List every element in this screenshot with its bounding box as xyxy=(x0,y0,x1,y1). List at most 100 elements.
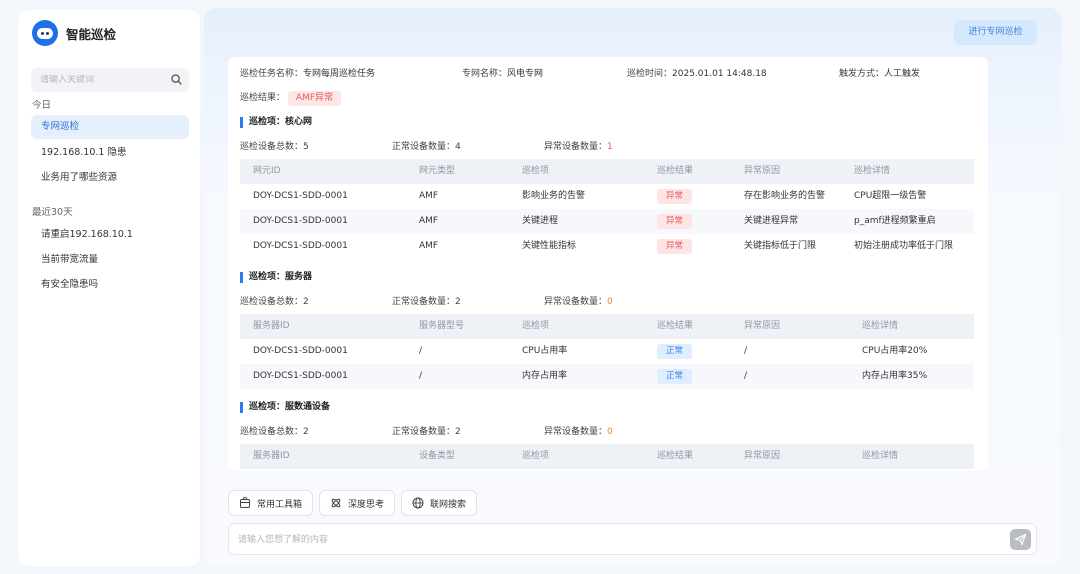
start-inspection-button[interactable]: 进行专网巡检 xyxy=(954,20,1037,45)
toolbox-label: 常用工具箱 xyxy=(257,499,303,510)
network-name: 专网名称：风电专网 xyxy=(462,66,543,79)
status-cell: 异常 xyxy=(657,184,693,209)
table-row: DOY-DCS1-SDD-0001 / CPU占用率 正常 / CPU占用率20… xyxy=(240,339,974,364)
search-input[interactable] xyxy=(31,75,165,85)
history-item-inspection[interactable]: 专网巡检 xyxy=(31,115,189,139)
history-group-today: 今日 xyxy=(32,100,52,111)
trigger-mode-label: 触发方式： xyxy=(839,69,885,79)
datacom-normal: 正常设备数量：2 xyxy=(392,424,461,437)
core-normal-label: 正常设备数量： xyxy=(392,142,456,152)
history-item-bandwidth[interactable]: 当前带宽流量 xyxy=(31,248,189,272)
datacom-abnormal-value: 0 xyxy=(607,427,613,437)
table-cell: 关键性能指标 xyxy=(522,241,577,251)
history-item-hazard[interactable]: 192.168.10.1 隐患 xyxy=(31,141,189,165)
table-row: DOY-DCS1-SDD-0001 AMF 关键进程 异常 关键进程异常 p_a… xyxy=(240,209,974,234)
table-cell: 影响业务的告警 xyxy=(522,191,586,201)
history-item-resources[interactable]: 业务用了哪些资源 xyxy=(31,166,189,190)
chat-input[interactable] xyxy=(238,532,978,548)
status-badge: 正常 xyxy=(657,344,693,359)
table-cell: 内存占用率 xyxy=(522,371,568,381)
web-search-label: 联网搜索 xyxy=(430,499,467,510)
table-cell: 内存占用率35% xyxy=(862,371,928,381)
table-header-row: 网元ID 网元类型 巡检项 巡检结果 异常原因 巡检详情 xyxy=(240,159,974,184)
column-header: 网元类型 xyxy=(419,166,456,176)
deep-think-icon xyxy=(330,497,342,509)
deep-think-button[interactable]: 深度思考 xyxy=(319,490,396,516)
table-cell: AMF xyxy=(419,191,439,201)
column-header: 网元ID xyxy=(253,166,281,176)
column-header: 巡检详情 xyxy=(854,166,891,176)
toolbox-icon xyxy=(239,497,251,509)
brand: 智能巡检 xyxy=(32,20,116,46)
table-cell: / xyxy=(744,346,748,356)
table-cell: 关键进程 xyxy=(522,216,559,226)
inspection-time-value: 2025.01.01 14:48.18 xyxy=(672,69,767,79)
table-cell: AMF xyxy=(419,241,439,251)
inspection-result-label: 巡检结果： xyxy=(240,93,286,103)
column-header: 服务器ID xyxy=(253,451,290,461)
toolbox-button[interactable]: 常用工具箱 xyxy=(228,490,314,516)
deep-think-label: 深度思考 xyxy=(348,499,385,510)
send-icon xyxy=(1014,533,1027,546)
status-cell: 异常 xyxy=(657,209,693,234)
main-panel: 进行专网巡检 巡检任务名称：专网每周巡检任务 专网名称：风电专网 巡检时间：20… xyxy=(204,8,1061,566)
table-header-row: 服务器ID 服务器型号 巡检项 巡检结果 异常原因 巡检详情 xyxy=(240,314,974,339)
column-header: 巡检详情 xyxy=(862,321,899,331)
section-title-server: 巡检项：服务器 xyxy=(240,272,312,283)
datacom-abnormal: 异常设备数量：0 xyxy=(544,424,613,437)
status-badge: 正常 xyxy=(657,369,693,384)
table-cell: / xyxy=(419,346,423,356)
table-cell: CPU占用率 xyxy=(522,346,568,356)
core-total-label: 巡检设备总数： xyxy=(240,142,304,152)
column-header: 服务器型号 xyxy=(419,321,465,331)
table-cell: DOY-DCS1-SDD-0001 xyxy=(253,346,348,356)
core-normal-value: 4 xyxy=(455,142,461,152)
chat-box xyxy=(228,523,1037,555)
server-abnormal-value: 0 xyxy=(607,297,613,307)
server-total: 巡检设备总数：2 xyxy=(240,294,309,307)
table-cell: AMF xyxy=(419,216,439,226)
server-abnormal-label: 异常设备数量： xyxy=(544,297,608,307)
column-header: 巡检结果 xyxy=(657,321,694,331)
column-header: 巡检项 xyxy=(522,166,550,176)
web-search-button[interactable]: 联网搜索 xyxy=(401,490,478,516)
inspection-time-label: 巡检时间： xyxy=(627,69,673,79)
server-abnormal: 异常设备数量：0 xyxy=(544,294,613,307)
history-group-30days: 最近30天 xyxy=(32,207,73,218)
status-cell: 异常 xyxy=(657,234,693,259)
table-cell: DOY-DCS1-SDD-0001 xyxy=(253,216,348,226)
column-header: 巡检结果 xyxy=(657,166,694,176)
send-button[interactable] xyxy=(1010,529,1031,550)
inspection-time: 巡检时间：2025.01.01 14:48.18 xyxy=(627,66,767,79)
column-header: 巡检详情 xyxy=(862,451,899,461)
status-badge: 异常 xyxy=(657,214,693,229)
table-cell: / xyxy=(744,371,748,381)
table-row: DOY-DCS1-SDD-0001 / 内存占用率 正常 / 内存占用率35% xyxy=(240,364,974,389)
history-item-restart[interactable]: 请重启192.168.10.1 xyxy=(31,223,189,247)
history-item-security[interactable]: 有安全隐患吗 xyxy=(31,273,189,297)
column-header: 异常原因 xyxy=(744,451,781,461)
server-total-label: 巡检设备总数： xyxy=(240,297,304,307)
status-badge: 异常 xyxy=(657,239,693,254)
table-cell: CPU占用率20% xyxy=(862,346,928,356)
datacom-normal-label: 正常设备数量： xyxy=(392,427,456,437)
status-badge: 异常 xyxy=(657,189,693,204)
core-abnormal-value: 1 xyxy=(607,142,613,152)
column-header: 异常原因 xyxy=(744,321,781,331)
column-header: 异常原因 xyxy=(744,166,781,176)
table-row: DOY-DCS1-SDD-0001 AMF 影响业务的告警 异常 存在影响业务的… xyxy=(240,184,974,209)
section-title-datacom: 巡检项：服数通设备 xyxy=(240,402,330,413)
app-title: 智能巡检 xyxy=(66,26,117,42)
server-normal-value: 2 xyxy=(455,297,461,307)
table-header-row: 服务器ID 设备类型 巡检项 巡检结果 异常原因 巡检详情 xyxy=(240,444,974,469)
table-cell: p_amf进程频繁重启 xyxy=(854,216,936,226)
core-table: 网元ID 网元类型 巡检项 巡检结果 异常原因 巡检详情 DOY-DCS1-SD… xyxy=(240,159,974,259)
table-cell: 存在影响业务的告警 xyxy=(744,191,826,201)
search-icon[interactable] xyxy=(165,68,189,92)
datacom-total-value: 2 xyxy=(303,427,309,437)
core-total: 巡检设备总数：5 xyxy=(240,139,309,152)
server-table: 服务器ID 服务器型号 巡检项 巡检结果 异常原因 巡检详情 DOY-DCS1-… xyxy=(240,314,974,389)
table-cell: 关键指标低于门限 xyxy=(744,241,817,251)
tool-bar: 常用工具箱 深度思考 联网搜索 xyxy=(228,490,478,516)
network-name-label: 专网名称： xyxy=(462,69,508,79)
